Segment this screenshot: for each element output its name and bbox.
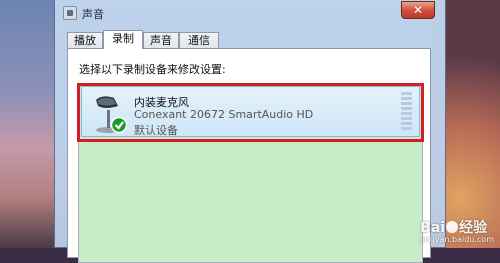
window-title: 声音 bbox=[82, 8, 104, 21]
title-bar: 声音 ✕ bbox=[55, 0, 445, 26]
device-description: Conexant 20672 SmartAudio HD bbox=[134, 108, 314, 121]
watermark-text-pre: Bai bbox=[420, 220, 446, 236]
sound-dialog: 声音 ✕ 播放 录制 声音 通信 选择以下录制设备来修改设置: 内装麦克风 Co… bbox=[54, 0, 446, 263]
baidu-watermark: Bai 经验 jingyan.baidu.com bbox=[420, 217, 494, 244]
check-icon bbox=[110, 116, 128, 134]
watermark-text-post: 经验 bbox=[459, 220, 488, 236]
tab-playback[interactable]: 播放 bbox=[67, 32, 103, 48]
desktop-background-left bbox=[0, 0, 62, 248]
tab-sounds[interactable]: 声音 bbox=[143, 32, 179, 48]
recording-panel: 选择以下录制设备来修改设置: 内装麦克风 Conexant 20672 Smar… bbox=[67, 48, 431, 263]
tab-recording[interactable]: 录制 bbox=[103, 30, 143, 49]
recording-device-list[interactable]: 内装麦克风 Conexant 20672 SmartAudio HD 默认设备 bbox=[77, 83, 424, 263]
speaker-icon bbox=[63, 6, 77, 20]
instruction-text: 选择以下录制设备来修改设置: bbox=[79, 63, 226, 76]
list-item-internal-microphone[interactable]: 内装麦克风 Conexant 20672 SmartAudio HD 默认设备 bbox=[77, 83, 424, 142]
device-status: 默认设备 bbox=[134, 124, 178, 137]
tab-communications[interactable]: 通信 bbox=[179, 32, 219, 48]
microphone-icon bbox=[96, 96, 128, 134]
watermark-url: jingyan.baidu.com bbox=[420, 235, 494, 244]
paw-icon bbox=[446, 221, 459, 233]
level-meter bbox=[401, 92, 412, 132]
close-button[interactable]: ✕ bbox=[401, 1, 435, 19]
